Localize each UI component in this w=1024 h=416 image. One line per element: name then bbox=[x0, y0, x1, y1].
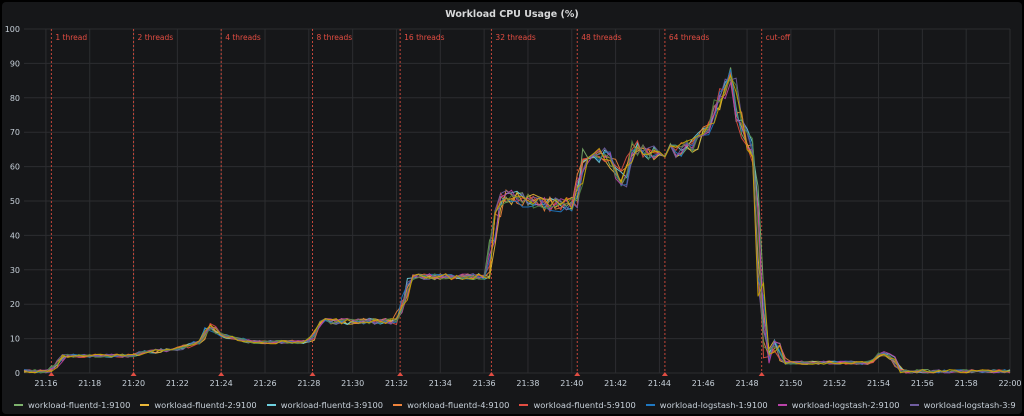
x-tick-label: 21:32 bbox=[385, 379, 408, 388]
y-tick-label: 0 bbox=[15, 369, 20, 378]
x-tick-label: 21:18 bbox=[78, 379, 101, 388]
x-tick-label: 21:56 bbox=[911, 379, 934, 388]
x-tick-label: 21:20 bbox=[122, 379, 145, 388]
annotation-label: 1 thread bbox=[55, 33, 87, 42]
series-line bbox=[23, 73, 1011, 374]
cpu-usage-chart: 0 10 20 30 40 50 60 70 80 90 100 21:16 21:18 21:20 21:… bbox=[5, 25, 1022, 388]
x-tick-label: 21:44 bbox=[648, 379, 671, 388]
annotation-label: 32 threads bbox=[495, 33, 536, 42]
series-line bbox=[23, 78, 1011, 374]
x-tick-label: 21:50 bbox=[779, 379, 802, 388]
legend-label: workload-fluentd-3:9100 bbox=[280, 400, 384, 410]
series-line bbox=[23, 75, 1011, 374]
legend-swatch bbox=[393, 404, 403, 406]
annotation-label: 64 threads bbox=[669, 33, 710, 42]
series-line bbox=[23, 82, 1011, 374]
legend-swatch bbox=[645, 404, 655, 406]
x-tick-label: 21:38 bbox=[516, 379, 539, 388]
chart-legend: workload-fluentd-1:9100 workload-fluentd-… bbox=[14, 398, 1016, 412]
x-tick-label: 21:28 bbox=[297, 379, 320, 388]
legend-swatch bbox=[777, 404, 787, 406]
legend-item[interactable]: workload-fluentd-2:9100 bbox=[140, 398, 257, 412]
legend-swatch bbox=[14, 404, 23, 406]
x-tick-label: 21:42 bbox=[604, 379, 627, 388]
x-tick-label: 21:36 bbox=[473, 379, 496, 388]
y-tick-label: 80 bbox=[10, 94, 20, 103]
legend-label: workload-fluentd-4:9100 bbox=[407, 400, 510, 410]
x-tick-label: 21:26 bbox=[253, 379, 276, 388]
series-line bbox=[23, 69, 1011, 374]
x-tick-label: 21:48 bbox=[736, 379, 759, 388]
legend-label: workload-fluentd-5:9100 bbox=[533, 400, 636, 410]
annotation-label: 2 threads bbox=[138, 33, 174, 42]
series-line bbox=[23, 74, 1011, 374]
annotation-label: 48 threads bbox=[581, 33, 622, 42]
x-tick-label: 21:34 bbox=[429, 379, 452, 388]
series-line bbox=[23, 71, 1011, 374]
legend-item[interactable]: workload-logstash-2:9100 bbox=[777, 398, 900, 412]
annotation-label: 16 threads bbox=[404, 33, 445, 42]
legend-item[interactable]: workload-fluentd-3:9100 bbox=[266, 398, 384, 412]
legend-item[interactable]: workload-logstash-1:9100 bbox=[645, 398, 768, 412]
annotation-label: 8 threads bbox=[316, 33, 352, 42]
series-line bbox=[23, 77, 1011, 374]
x-tick-label: 21:54 bbox=[867, 379, 890, 388]
x-tick-label: 22:00 bbox=[998, 379, 1021, 388]
y-tick-label: 90 bbox=[10, 59, 20, 68]
x-tick-label: 21:58 bbox=[955, 379, 978, 388]
y-tick-label: 50 bbox=[10, 197, 20, 206]
y-tick-label: 40 bbox=[10, 231, 20, 240]
annotation-label: cut-off bbox=[766, 33, 791, 42]
x-tick-label: 21:30 bbox=[341, 379, 364, 388]
legend-item[interactable]: workload-fluentd-4:9100 bbox=[393, 398, 509, 412]
chart-panel: Workload CPU Usage (%) 0 10 20 30 40 50 60 70 80… bbox=[2, 2, 1022, 414]
x-tick-label: 21:24 bbox=[210, 379, 233, 388]
annotation-label: 4 threads bbox=[225, 33, 261, 42]
y-tick-label: 30 bbox=[10, 266, 20, 275]
legend-label: workload-logstash-3:9100 bbox=[923, 400, 1016, 410]
x-tick-label: 21:40 bbox=[560, 379, 583, 388]
legend-item[interactable]: workload-fluentd-5:9100 bbox=[519, 398, 636, 412]
legend-label: workload-fluentd-2:9100 bbox=[154, 400, 257, 410]
x-tick-label: 21:22 bbox=[166, 379, 189, 388]
legend-label: workload-logstash-2:9100 bbox=[791, 400, 900, 410]
y-tick-label: 20 bbox=[10, 300, 20, 309]
x-tick-label: 21:16 bbox=[34, 379, 57, 388]
legend-item[interactable]: workload-logstash-3:9100 bbox=[909, 398, 1016, 412]
y-tick-label: 70 bbox=[10, 128, 20, 137]
legend-swatch bbox=[266, 404, 276, 406]
series-line bbox=[23, 76, 1011, 374]
legend-label: workload-fluentd-1:9100 bbox=[28, 400, 131, 410]
y-tick-label: 10 bbox=[10, 335, 20, 344]
legend-swatch bbox=[909, 404, 919, 406]
legend-swatch bbox=[519, 404, 529, 406]
y-tick-label: 100 bbox=[5, 25, 20, 34]
legend-swatch bbox=[140, 404, 150, 406]
x-tick-label: 21:52 bbox=[823, 379, 846, 388]
series-line bbox=[23, 67, 1011, 374]
x-tick-label: 21:46 bbox=[692, 379, 715, 388]
legend-item[interactable]: workload-fluentd-1:9100 bbox=[14, 398, 130, 412]
legend-label: workload-logstash-1:9100 bbox=[659, 400, 768, 410]
y-tick-label: 60 bbox=[10, 163, 20, 172]
